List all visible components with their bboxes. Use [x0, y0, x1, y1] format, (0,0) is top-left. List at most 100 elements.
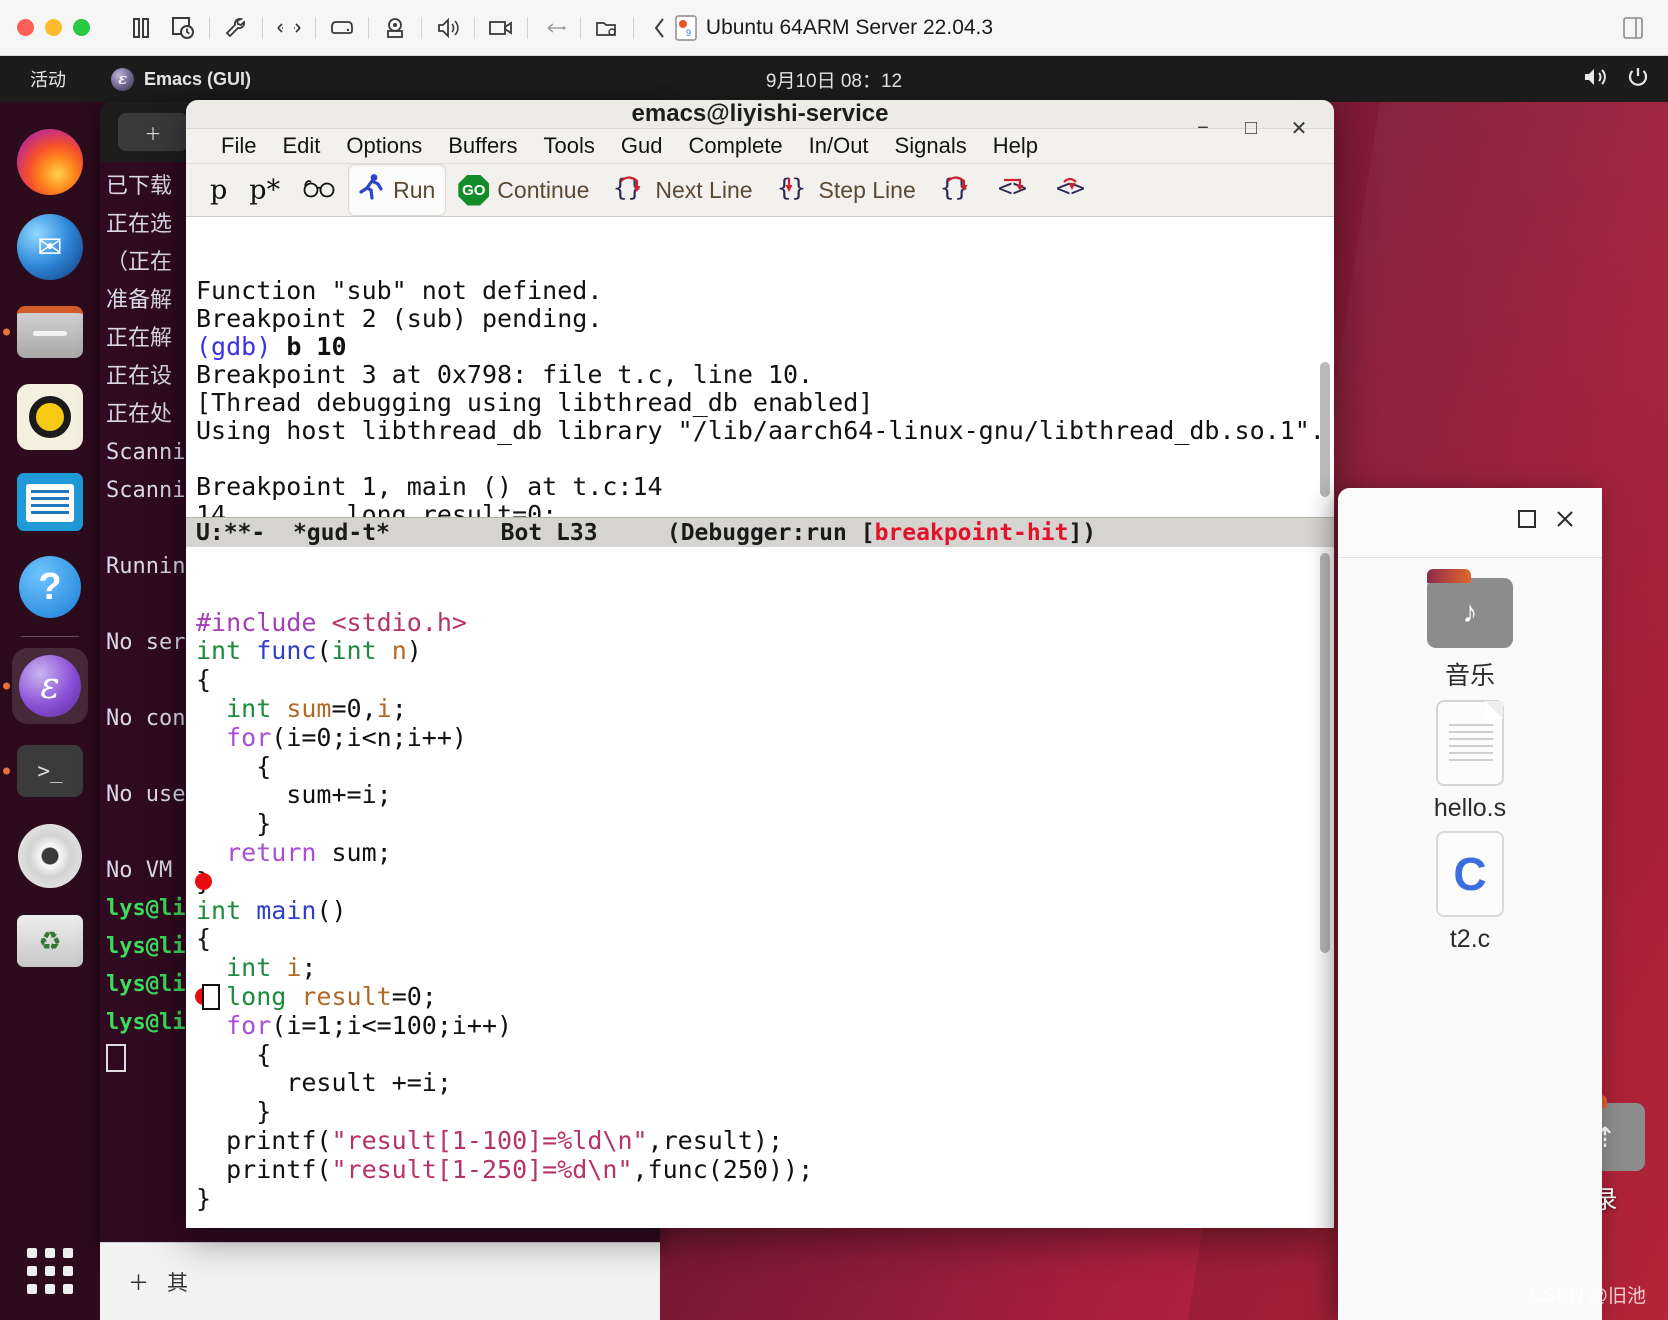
source-line: #include <stdio.h> — [196, 607, 1334, 638]
dock-item-emacs[interactable]: ε — [3, 648, 88, 724]
dock-item-libreoffice[interactable] — [12, 464, 88, 540]
menu-item-complete[interactable]: Complete — [675, 129, 795, 163]
emacs-title-bar[interactable]: emacs@liyishi-service − □ ✕ — [186, 100, 1334, 140]
menu-item-help[interactable]: Help — [980, 129, 1051, 163]
vm-host-toolbar: 9 Ubuntu 64ARM Server 22.04.3 — [0, 0, 1668, 56]
step-instruction-button[interactable]: <> — [986, 164, 1042, 216]
sharedfolder-icon[interactable] — [586, 11, 628, 45]
text-span: b 10 — [286, 332, 347, 361]
angle-down-arrow-icon: <> — [996, 172, 1032, 208]
speaker-icon[interactable] — [427, 11, 469, 45]
camera-icon[interactable] — [374, 11, 416, 45]
angle-out-arrow-icon: <> — [1054, 172, 1090, 208]
usb-icon[interactable] — [533, 11, 575, 45]
new-tab-button[interactable]: ＋ — [118, 113, 188, 151]
source-line: sum+=i; — [196, 780, 1334, 810]
add-button[interactable]: ＋ — [128, 1267, 149, 1297]
menu-item-file[interactable]: File — [208, 129, 269, 163]
step-line-button[interactable]: {} Step Line — [765, 164, 926, 216]
sidebar-toggle-icon[interactable] — [1622, 16, 1644, 45]
code-token: n — [391, 636, 407, 666]
emacs-window[interactable]: emacs@liyishi-service − □ ✕ File Edit Opti… — [186, 100, 1334, 1228]
breakpoint-indicator-icon[interactable] — [195, 872, 212, 890]
run-button[interactable]: Run — [348, 164, 447, 216]
dock-item-files[interactable] — [3, 294, 88, 370]
trash-icon: ♻ — [17, 915, 83, 967]
brace-arrow-icon: {} — [938, 172, 974, 208]
menu-item-signals[interactable]: Signals — [882, 129, 980, 163]
finish-button[interactable]: <> — [1044, 164, 1100, 216]
emacs-menu-bar: File Edit Options Buffers Tools Gud Complete In… — [186, 129, 1334, 164]
close-button[interactable]: ✕ — [1278, 107, 1320, 149]
minimize-window-button[interactable] — [45, 19, 62, 36]
gdb-modeline-flags: U:**- — [196, 519, 266, 546]
dock-item-terminal[interactable]: >_ — [3, 733, 88, 809]
volume-icon[interactable] — [1582, 66, 1608, 93]
emacs-gud-toolbar: p p* Run GO Continue {} Next Line {} Ste… — [186, 164, 1334, 217]
show-applications-button[interactable] — [0, 1248, 100, 1294]
code-token: #include — [196, 607, 332, 637]
next-instruction-button[interactable]: {} — [928, 164, 984, 216]
bottom-left-strip[interactable]: ＋ 其 — [100, 1242, 660, 1320]
settings-wrench-icon[interactable] — [215, 11, 257, 45]
code-token: (i=1;i<=100;i++) — [271, 1010, 513, 1040]
maximize-icon[interactable] — [1516, 508, 1538, 537]
text-span: Breakpoint 2 (sub) pending. — [196, 304, 603, 333]
code-token: long — [226, 981, 302, 1011]
list-item[interactable]: C t2.c — [1385, 831, 1555, 954]
continue-button[interactable]: GO Continue — [448, 164, 599, 216]
source-line: int func(int n) — [196, 636, 1334, 666]
list-item[interactable]: hello.s — [1385, 700, 1555, 823]
source-line: } — [195, 867, 1334, 897]
dock-item-thunderbird[interactable]: ✉ — [12, 209, 88, 285]
text-span — [196, 444, 211, 473]
code-token: } — [196, 809, 272, 839]
watch-button[interactable] — [292, 164, 346, 216]
glasses-icon — [302, 175, 336, 206]
source-code-pane[interactable]: #include <stdio.h> int func(int n){ int s… — [186, 547, 1334, 1228]
maximize-button[interactable]: □ — [1230, 107, 1272, 149]
snapshot-icon[interactable] — [162, 11, 204, 45]
gdb-output-pane[interactable]: Function "sub" not defined. Breakpoint 2 … — [186, 217, 1334, 517]
dock-item-trash[interactable]: ♻ — [12, 903, 88, 979]
menu-item-edit[interactable]: Edit — [269, 129, 333, 163]
back-chevron-icon[interactable] — [639, 11, 681, 45]
dock-item-rhythmbox[interactable] — [12, 379, 88, 455]
menu-item-tools[interactable]: Tools — [531, 129, 608, 163]
gdb-modeline: U:**- *gud-t* Bot L33 (Debugger:run [ br… — [186, 517, 1334, 547]
dock-item-disc[interactable] — [12, 818, 88, 894]
menu-item-in-out[interactable]: In/Out — [796, 129, 882, 163]
close-window-button[interactable] — [17, 19, 34, 36]
svg-text:{}: {} — [777, 174, 806, 202]
clock[interactable]: 9月10日 08：12 — [0, 66, 1668, 93]
dock-item-help[interactable]: ? — [12, 549, 88, 625]
gdb-scrollbar[interactable] — [1320, 362, 1330, 497]
source-line: { — [196, 665, 1334, 695]
list-item[interactable]: ♪ 音乐 — [1385, 569, 1555, 692]
divider — [527, 16, 528, 39]
files-window[interactable]: ♪ 音乐 hello.s C t2.c — [1338, 488, 1602, 1320]
source-line: return sum; — [196, 838, 1334, 868]
print-button[interactable]: p — [200, 164, 237, 216]
menu-item-buffers[interactable]: Buffers — [435, 129, 530, 163]
menu-item-gud[interactable]: Gud — [608, 129, 676, 163]
next-line-button[interactable]: {} Next Line — [601, 164, 762, 216]
code-token: int — [226, 953, 287, 983]
video-icon[interactable] — [480, 11, 522, 45]
power-icon[interactable] — [1626, 65, 1650, 94]
close-icon[interactable] — [1554, 508, 1576, 537]
dock-item-firefox[interactable] — [12, 124, 88, 200]
brace-step-icon: {} — [775, 172, 811, 208]
menu-item-options[interactable]: Options — [333, 129, 435, 163]
print-all-button[interactable]: p* — [239, 164, 290, 216]
source-line: printf("result[1-100]=%ld\n",result); — [196, 1126, 1334, 1156]
system-status-area[interactable] — [1582, 65, 1650, 94]
code-token: printf( — [196, 1154, 332, 1184]
source-scrollbar[interactable] — [1320, 553, 1330, 953]
pause-icon[interactable] — [120, 11, 162, 45]
network-icon[interactable] — [268, 11, 310, 45]
maximize-window-button[interactable] — [73, 19, 90, 36]
minimize-button[interactable]: − — [1182, 107, 1224, 149]
ubuntu-dock: ✉ ? ε >_ ♻ — [0, 102, 100, 1320]
harddisk-icon[interactable] — [321, 11, 363, 45]
